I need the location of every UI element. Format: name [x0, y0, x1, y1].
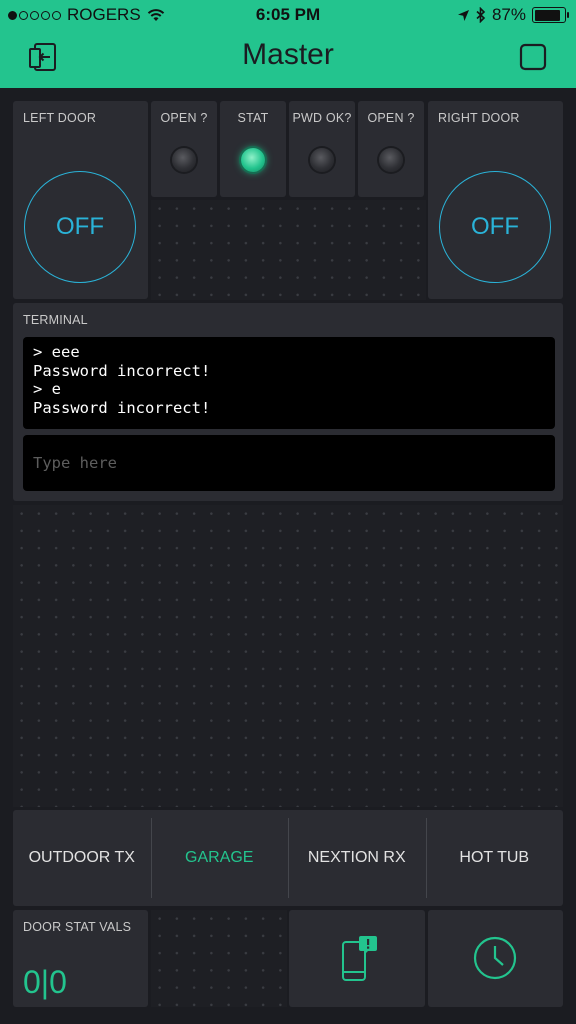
- bluetooth-icon: [476, 7, 486, 23]
- led-indicator: [310, 148, 334, 172]
- battery-icon: [532, 7, 569, 23]
- terminal-output[interactable]: > eee Password incorrect! > e Password i…: [23, 337, 555, 429]
- battery-percent: 87%: [491, 5, 526, 24]
- empty-grid-bottom: [151, 910, 287, 1007]
- tab-hot-tub[interactable]: HOT TUB: [425, 810, 564, 906]
- notification-widget[interactable]: [289, 910, 425, 1007]
- led-indicator: [172, 148, 196, 172]
- led-label: OPEN ?: [160, 111, 208, 125]
- app-header: ROGERS 6:05 PM 87% Master: [0, 0, 576, 88]
- right-door-label: RIGHT DOOR: [438, 111, 520, 125]
- tab-nextion-rx[interactable]: NEXTION RX: [288, 810, 426, 906]
- tab-outdoor-tx[interactable]: OUTDOOR TX: [13, 810, 151, 906]
- tabs-widget: OUTDOOR TX GARAGE NEXTION RX HOT TUB: [13, 810, 563, 906]
- status-bar: ROGERS 6:05 PM 87%: [0, 0, 576, 30]
- terminal-label: TERMINAL: [23, 313, 88, 327]
- location-arrow-icon: [457, 9, 469, 21]
- left-door-button[interactable]: OFF: [24, 171, 136, 283]
- door-stat-widget: DOOR STAT VALS 0|0: [13, 910, 148, 1007]
- page-title: Master: [242, 38, 334, 71]
- right-door-button[interactable]: OFF: [439, 171, 551, 283]
- terminal-line: > e: [33, 380, 61, 399]
- empty-grid-top: [151, 200, 426, 300]
- led-pwd-ok: PWD OK?: [289, 101, 355, 197]
- right-door-widget: RIGHT DOOR OFF: [428, 101, 563, 299]
- terminal-widget: TERMINAL > eee Password incorrect! > e P…: [13, 303, 563, 501]
- led-label: PWD OK?: [292, 111, 352, 125]
- led-stat: STAT: [220, 101, 286, 197]
- tab-garage[interactable]: GARAGE: [150, 810, 289, 906]
- stop-icon[interactable]: [516, 40, 550, 74]
- left-door-widget: LEFT DOOR OFF: [13, 101, 148, 299]
- led-open-left: OPEN ?: [151, 101, 217, 197]
- led-indicator: [379, 148, 403, 172]
- clock-icon: [473, 936, 517, 980]
- timer-widget[interactable]: [428, 910, 563, 1007]
- phone-notification-icon: [342, 936, 377, 981]
- led-indicator: [241, 148, 265, 172]
- terminal-line: Password incorrect!: [33, 398, 211, 417]
- led-label: STAT: [237, 111, 269, 125]
- door-stat-label: DOOR STAT VALS: [23, 920, 132, 934]
- door-stat-value: 0|0: [23, 964, 67, 1000]
- left-door-label: LEFT DOOR: [23, 111, 97, 125]
- terminal-input[interactable]: [23, 435, 555, 491]
- led-open-right: OPEN ?: [358, 101, 424, 197]
- led-label: OPEN ?: [367, 111, 415, 125]
- terminal-line: > eee: [33, 343, 80, 361]
- terminal-line: Password incorrect!: [33, 361, 211, 380]
- empty-grid-middle: [13, 505, 563, 807]
